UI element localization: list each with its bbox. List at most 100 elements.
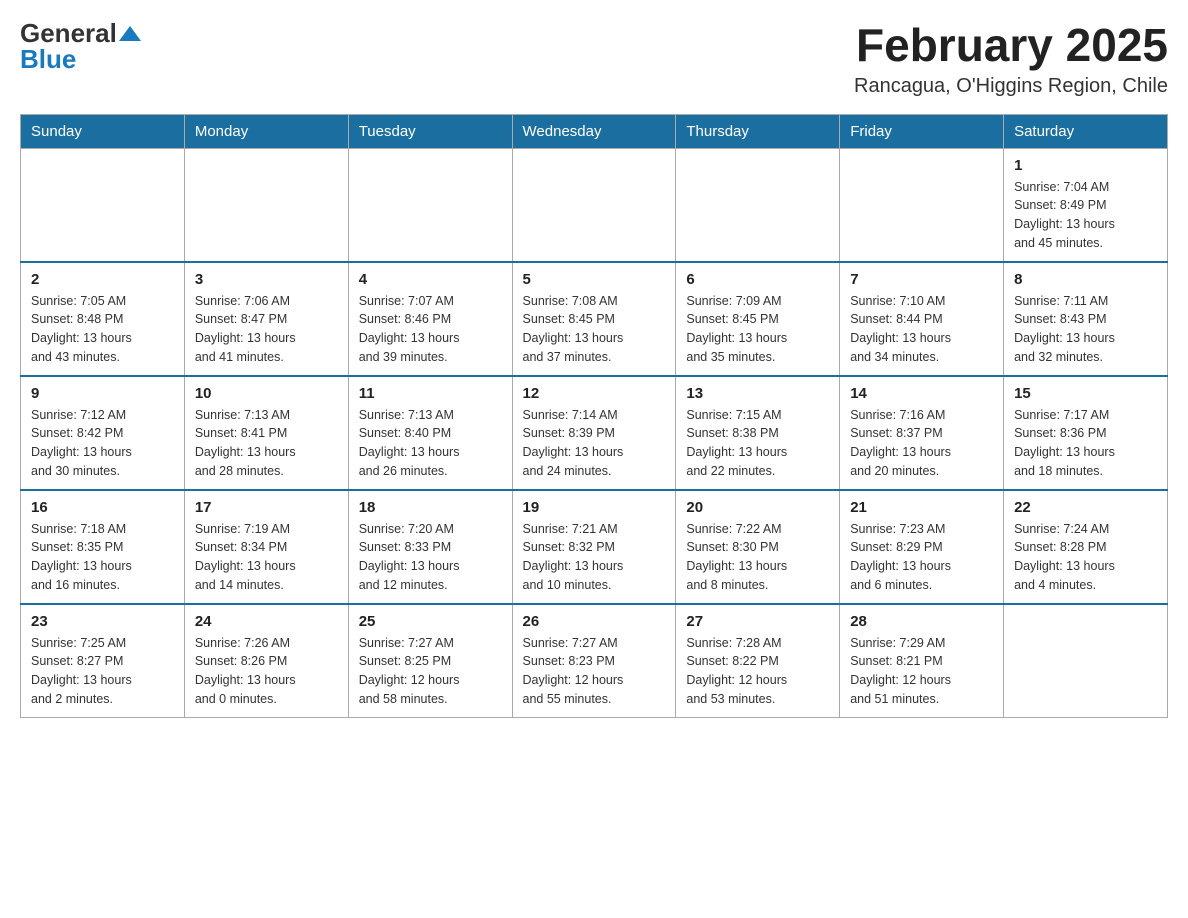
calendar-cell: 23 Sunrise: 7:25 AMSunset: 8:27 PMDayligh… bbox=[21, 604, 185, 718]
calendar-cell: 2 Sunrise: 7:05 AMSunset: 8:48 PMDaylight… bbox=[21, 262, 185, 376]
calendar-cell: 17 Sunrise: 7:19 AMSunset: 8:34 PMDayligh… bbox=[184, 490, 348, 604]
calendar-cell: 9Sunrise: 7:12 AMSunset: 8:42 PMDaylight… bbox=[21, 376, 185, 490]
day-info: Sunrise: 7:22 AMSunset: 8:30 PMDaylight:… bbox=[686, 520, 829, 595]
calendar-cell bbox=[21, 148, 185, 262]
day-info: Sunrise: 7:23 AMSunset: 8:29 PMDaylight:… bbox=[850, 520, 993, 595]
day-info: Sunrise: 7:12 AMSunset: 8:42 PMDaylight:… bbox=[31, 406, 174, 481]
day-info: Sunrise: 7:06 AMSunset: 8:47 PMDaylight:… bbox=[195, 292, 338, 367]
day-number: 19 bbox=[523, 499, 666, 516]
calendar-cell: 7 Sunrise: 7:10 AMSunset: 8:44 PMDaylight… bbox=[840, 262, 1004, 376]
month-title: February 2025 bbox=[854, 20, 1168, 71]
day-number: 24 bbox=[195, 613, 338, 630]
calendar-cell: 10 Sunrise: 7:13 AMSunset: 8:41 PMDayligh… bbox=[184, 376, 348, 490]
calendar-cell: 12 Sunrise: 7:14 AMSunset: 8:39 PMDayligh… bbox=[512, 376, 676, 490]
weekday-header-wednesday: Wednesday bbox=[512, 114, 676, 148]
day-info: Sunrise: 7:17 AMSunset: 8:36 PMDaylight:… bbox=[1014, 406, 1157, 481]
day-number: 16 bbox=[31, 499, 174, 516]
calendar-cell: 21 Sunrise: 7:23 AMSunset: 8:29 PMDayligh… bbox=[840, 490, 1004, 604]
weekday-header-monday: Monday bbox=[184, 114, 348, 148]
calendar-cell: 18Sunrise: 7:20 AMSunset: 8:33 PMDayligh… bbox=[348, 490, 512, 604]
calendar-cell: 8 Sunrise: 7:11 AMSunset: 8:43 PMDaylight… bbox=[1004, 262, 1168, 376]
day-number: 14 bbox=[850, 385, 993, 402]
calendar-cell bbox=[840, 148, 1004, 262]
day-info: Sunrise: 7:11 AMSunset: 8:43 PMDaylight:… bbox=[1014, 292, 1157, 367]
logo-arrow-icon bbox=[119, 23, 141, 45]
day-info: Sunrise: 7:08 AMSunset: 8:45 PMDaylight:… bbox=[523, 292, 666, 367]
day-info: Sunrise: 7:04 AMSunset: 8:49 PMDaylight:… bbox=[1014, 178, 1157, 253]
day-info: Sunrise: 7:21 AMSunset: 8:32 PMDaylight:… bbox=[523, 520, 666, 595]
calendar-cell: 4Sunrise: 7:07 AMSunset: 8:46 PMDaylight… bbox=[348, 262, 512, 376]
day-number: 8 bbox=[1014, 271, 1157, 288]
calendar-cell: 16 Sunrise: 7:18 AMSunset: 8:35 PMDayligh… bbox=[21, 490, 185, 604]
calendar-cell: 28 Sunrise: 7:29 AMSunset: 8:21 PMDayligh… bbox=[840, 604, 1004, 718]
day-info: Sunrise: 7:29 AMSunset: 8:21 PMDaylight:… bbox=[850, 634, 993, 709]
calendar-cell: 6 Sunrise: 7:09 AMSunset: 8:45 PMDaylight… bbox=[676, 262, 840, 376]
day-number: 5 bbox=[523, 271, 666, 288]
weekday-header-saturday: Saturday bbox=[1004, 114, 1168, 148]
calendar-cell: 14 Sunrise: 7:16 AMSunset: 8:37 PMDayligh… bbox=[840, 376, 1004, 490]
day-info: Sunrise: 7:10 AMSunset: 8:44 PMDaylight:… bbox=[850, 292, 993, 367]
calendar-cell: 11 Sunrise: 7:13 AMSunset: 8:40 PMDayligh… bbox=[348, 376, 512, 490]
day-info: Sunrise: 7:28 AMSunset: 8:22 PMDaylight:… bbox=[686, 634, 829, 709]
calendar-cell: 24 Sunrise: 7:26 AMSunset: 8:26 PMDayligh… bbox=[184, 604, 348, 718]
day-number: 25 bbox=[359, 613, 502, 630]
calendar-cell: 19 Sunrise: 7:21 AMSunset: 8:32 PMDayligh… bbox=[512, 490, 676, 604]
day-number: 11 bbox=[359, 385, 502, 402]
weekday-header-sunday: Sunday bbox=[21, 114, 185, 148]
weekday-header-row: SundayMondayTuesdayWednesdayThursdayFrid… bbox=[21, 114, 1168, 148]
calendar-cell: 27 Sunrise: 7:28 AMSunset: 8:22 PMDayligh… bbox=[676, 604, 840, 718]
week-row-4: 16 Sunrise: 7:18 AMSunset: 8:35 PMDayligh… bbox=[21, 490, 1168, 604]
day-info: Sunrise: 7:16 AMSunset: 8:37 PMDaylight:… bbox=[850, 406, 993, 481]
calendar-cell bbox=[512, 148, 676, 262]
calendar-cell: 3 Sunrise: 7:06 AMSunset: 8:47 PMDaylight… bbox=[184, 262, 348, 376]
day-number: 6 bbox=[686, 271, 829, 288]
day-info: Sunrise: 7:25 AMSunset: 8:27 PMDaylight:… bbox=[31, 634, 174, 709]
calendar-cell bbox=[1004, 604, 1168, 718]
day-number: 28 bbox=[850, 613, 993, 630]
day-info: Sunrise: 7:14 AMSunset: 8:39 PMDaylight:… bbox=[523, 406, 666, 481]
day-number: 23 bbox=[31, 613, 174, 630]
day-number: 21 bbox=[850, 499, 993, 516]
calendar-cell: 20Sunrise: 7:22 AMSunset: 8:30 PMDayligh… bbox=[676, 490, 840, 604]
day-number: 7 bbox=[850, 271, 993, 288]
calendar-cell bbox=[348, 148, 512, 262]
day-number: 17 bbox=[195, 499, 338, 516]
day-number: 18 bbox=[359, 499, 502, 516]
day-number: 2 bbox=[31, 271, 174, 288]
weekday-header-friday: Friday bbox=[840, 114, 1004, 148]
day-info: Sunrise: 7:18 AMSunset: 8:35 PMDaylight:… bbox=[31, 520, 174, 595]
day-number: 1 bbox=[1014, 157, 1157, 174]
day-info: Sunrise: 7:26 AMSunset: 8:26 PMDaylight:… bbox=[195, 634, 338, 709]
day-info: Sunrise: 7:09 AMSunset: 8:45 PMDaylight:… bbox=[686, 292, 829, 367]
calendar-cell: 15Sunrise: 7:17 AMSunset: 8:36 PMDayligh… bbox=[1004, 376, 1168, 490]
logo-blue-text: Blue bbox=[20, 46, 76, 72]
day-number: 3 bbox=[195, 271, 338, 288]
title-block: February 2025 Rancagua, O'Higgins Region… bbox=[854, 20, 1168, 98]
day-number: 26 bbox=[523, 613, 666, 630]
day-info: Sunrise: 7:27 AMSunset: 8:23 PMDaylight:… bbox=[523, 634, 666, 709]
day-number: 27 bbox=[686, 613, 829, 630]
day-info: Sunrise: 7:19 AMSunset: 8:34 PMDaylight:… bbox=[195, 520, 338, 595]
day-number: 10 bbox=[195, 385, 338, 402]
day-info: Sunrise: 7:13 AMSunset: 8:40 PMDaylight:… bbox=[359, 406, 502, 481]
day-info: Sunrise: 7:24 AMSunset: 8:28 PMDaylight:… bbox=[1014, 520, 1157, 595]
calendar-cell bbox=[676, 148, 840, 262]
calendar-cell: 13Sunrise: 7:15 AMSunset: 8:38 PMDayligh… bbox=[676, 376, 840, 490]
page-header: General Blue February 2025 Rancagua, O'H… bbox=[20, 20, 1168, 98]
calendar-cell: 26 Sunrise: 7:27 AMSunset: 8:23 PMDayligh… bbox=[512, 604, 676, 718]
calendar-cell: 1 Sunrise: 7:04 AMSunset: 8:49 PMDaylight… bbox=[1004, 148, 1168, 262]
week-row-5: 23 Sunrise: 7:25 AMSunset: 8:27 PMDayligh… bbox=[21, 604, 1168, 718]
day-number: 4 bbox=[359, 271, 502, 288]
day-info: Sunrise: 7:27 AMSunset: 8:25 PMDaylight:… bbox=[359, 634, 502, 709]
calendar-table: SundayMondayTuesdayWednesdayThursdayFrid… bbox=[20, 114, 1168, 718]
week-row-1: 1 Sunrise: 7:04 AMSunset: 8:49 PMDaylight… bbox=[21, 148, 1168, 262]
week-row-2: 2 Sunrise: 7:05 AMSunset: 8:48 PMDaylight… bbox=[21, 262, 1168, 376]
location-title: Rancagua, O'Higgins Region, Chile bbox=[854, 75, 1168, 98]
logo: General Blue bbox=[20, 20, 141, 72]
day-info: Sunrise: 7:05 AMSunset: 8:48 PMDaylight:… bbox=[31, 292, 174, 367]
day-info: Sunrise: 7:13 AMSunset: 8:41 PMDaylight:… bbox=[195, 406, 338, 481]
logo-general-text: General bbox=[20, 20, 117, 46]
day-number: 22 bbox=[1014, 499, 1157, 516]
day-number: 12 bbox=[523, 385, 666, 402]
calendar-cell bbox=[184, 148, 348, 262]
